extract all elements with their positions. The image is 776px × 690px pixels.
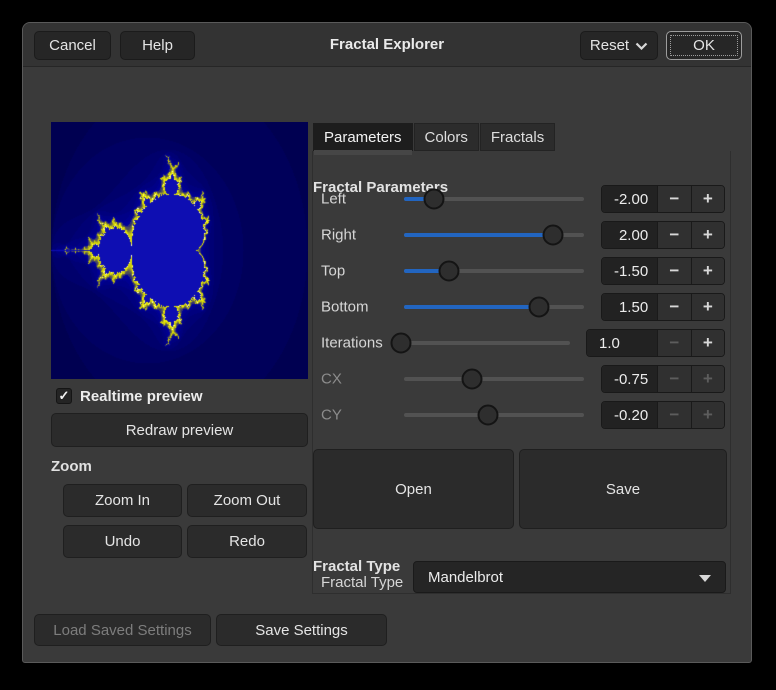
fractal-type-label: Fractal Type [321, 567, 405, 598]
help-button[interactable]: Help [120, 31, 195, 60]
reset-button[interactable]: Reset [580, 31, 658, 60]
slider-track [404, 377, 584, 381]
realtime-preview-label: Realtime preview [80, 388, 203, 405]
parameter-spinbox: -0.20 − + [601, 401, 725, 429]
decrement-button[interactable]: − [657, 258, 690, 284]
check-icon: ✓ [59, 388, 70, 403]
slider-thumb-icon[interactable] [461, 369, 482, 390]
zoom-out-button[interactable]: Zoom Out [187, 484, 307, 517]
tab-bar: Parameters Colors Fractals [313, 123, 556, 151]
slider-thumb-icon[interactable] [543, 225, 564, 246]
redo-button[interactable]: Redo [187, 525, 307, 558]
parameter-spinbox: 1.0 − + [586, 329, 725, 357]
parameter-label: Iterations [321, 335, 383, 352]
parameter-slider[interactable] [404, 289, 584, 325]
parameter-value-field[interactable]: -0.20 [602, 402, 657, 428]
parameter-row: Right 2.00 − + [313, 217, 725, 253]
dropdown-arrow-icon [699, 575, 711, 582]
parameter-row: CY -0.20 − + [313, 397, 725, 433]
fractal-type-selected-value: Mandelbrot [428, 569, 503, 586]
parameter-spinbox: 1.50 − + [601, 293, 725, 321]
slider-fill [404, 305, 539, 309]
fractal-explorer-dialog: Fractal Explorer Cancel Help Reset OK ✓ … [22, 22, 752, 663]
parameter-rows: Left -2.00 − + Right 2.00 − + Top [313, 181, 725, 433]
load-saved-settings-button[interactable]: Load Saved Settings [34, 614, 211, 646]
decrement-button[interactable]: − [657, 186, 690, 212]
parameter-spinbox: -1.50 − + [601, 257, 725, 285]
parameter-label: CX [321, 371, 342, 388]
increment-button[interactable]: + [691, 294, 724, 320]
slider-thumb-icon[interactable] [423, 189, 444, 210]
parameter-slider[interactable] [404, 253, 584, 289]
decrement-button: − [657, 366, 690, 392]
parameter-value-field[interactable]: 2.00 [602, 222, 657, 248]
realtime-preview-checkbox[interactable]: ✓ [56, 388, 72, 404]
increment-button[interactable]: + [691, 330, 724, 356]
parameter-slider[interactable] [404, 181, 584, 217]
ok-button[interactable]: OK [666, 31, 742, 60]
chevron-down-icon [635, 42, 648, 50]
parameter-row: Iterations 1.0 − + [313, 325, 725, 361]
parameter-value-field[interactable]: -1.50 [602, 258, 657, 284]
save-settings-button[interactable]: Save Settings [216, 614, 387, 646]
slider-fill [404, 233, 553, 237]
zoom-section-heading: Zoom [51, 458, 92, 475]
parameter-row: Left -2.00 − + [313, 181, 725, 217]
reset-label: Reset [590, 37, 629, 54]
parameter-value-field[interactable]: -0.75 [602, 366, 657, 392]
parameter-slider[interactable] [396, 325, 570, 361]
increment-button[interactable]: + [691, 222, 724, 248]
tab-fractals[interactable]: Fractals [480, 123, 555, 151]
parameter-label: Right [321, 227, 356, 244]
parameter-slider[interactable] [404, 217, 584, 253]
open-button[interactable]: Open [313, 449, 514, 529]
increment-button: + [691, 402, 724, 428]
parameter-label: CY [321, 407, 342, 424]
parameter-row: CX -0.75 − + [313, 361, 725, 397]
parameter-value-field[interactable]: 1.0 [587, 330, 657, 356]
decrement-button: − [657, 402, 690, 428]
parameter-label: Left [321, 191, 346, 208]
parameter-slider [404, 397, 584, 433]
fractal-type-dropdown[interactable]: Mandelbrot [413, 561, 726, 593]
parameter-value-field[interactable]: -2.00 [602, 186, 657, 212]
parameter-spinbox: 2.00 − + [601, 221, 725, 249]
parameter-row: Bottom 1.50 − + [313, 289, 725, 325]
parameter-label: Bottom [321, 299, 369, 316]
cancel-button[interactable]: Cancel [34, 31, 111, 60]
parameter-slider [404, 361, 584, 397]
tab-parameters[interactable]: Parameters [313, 123, 413, 151]
parameter-row: Top -1.50 − + [313, 253, 725, 289]
parameter-spinbox: -0.75 − + [601, 365, 725, 393]
slider-thumb-icon[interactable] [477, 405, 498, 426]
decrement-button: − [657, 330, 690, 356]
parameter-label: Top [321, 263, 345, 280]
realtime-preview-option[interactable]: ✓ Realtime preview [56, 387, 203, 405]
save-button[interactable]: Save [519, 449, 727, 529]
fractal-preview-image[interactable] [51, 122, 308, 379]
parameter-spinbox: -2.00 − + [601, 185, 725, 213]
increment-button: + [691, 366, 724, 392]
slider-thumb-icon[interactable] [529, 297, 550, 318]
slider-thumb-icon[interactable] [391, 333, 412, 354]
tab-colors[interactable]: Colors [414, 123, 479, 151]
decrement-button[interactable]: − [657, 222, 690, 248]
undo-button[interactable]: Undo [63, 525, 182, 558]
decrement-button[interactable]: − [657, 294, 690, 320]
increment-button[interactable]: + [691, 258, 724, 284]
zoom-in-button[interactable]: Zoom In [63, 484, 182, 517]
slider-thumb-icon[interactable] [439, 261, 460, 282]
parameter-value-field[interactable]: 1.50 [602, 294, 657, 320]
increment-button[interactable]: + [691, 186, 724, 212]
slider-track [396, 341, 570, 345]
redraw-preview-button[interactable]: Redraw preview [51, 413, 308, 447]
